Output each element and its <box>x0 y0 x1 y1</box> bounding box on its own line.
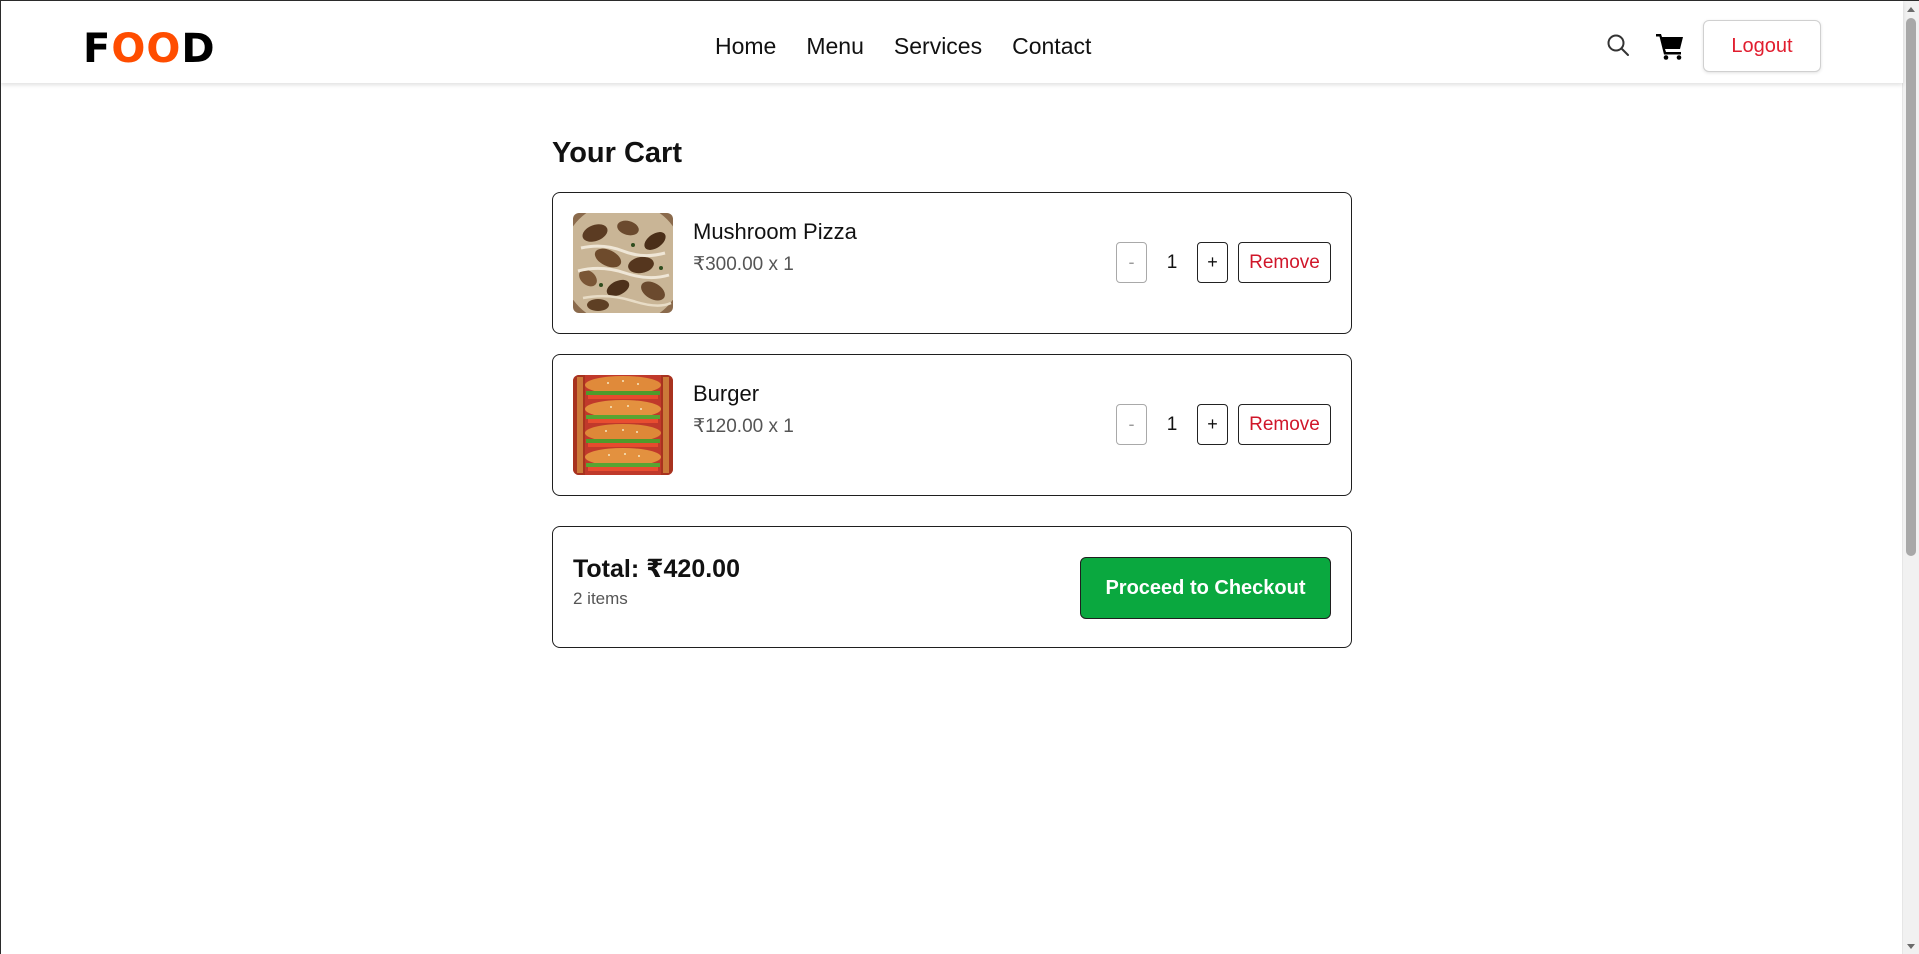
quantity-stepper: - 1 + Remove <box>1116 404 1331 445</box>
logo-letter-f: F <box>83 26 112 72</box>
site-header: FOOD Home Menu Services Contact Logout <box>1 1 1903 83</box>
item-name: Burger <box>693 381 760 406</box>
item-count: 2 items <box>573 589 628 608</box>
cart-icon[interactable] <box>1655 32 1685 65</box>
scroll-up-arrow-icon[interactable] <box>1907 7 1915 12</box>
scrollbar-thumb[interactable] <box>1906 18 1916 556</box>
cart-item: Mushroom Pizza ₹300.00 x 1 - 1 + Remove <box>552 192 1352 334</box>
mushroom-pizza-image <box>573 213 673 313</box>
scroll-down-arrow-icon[interactable] <box>1907 944 1915 949</box>
main-nav: Home Menu Services Contact <box>715 31 1091 61</box>
cart-summary: Total: ₹420.00 2 items Proceed to Checko… <box>552 526 1352 648</box>
quantity-stepper: - 1 + Remove <box>1116 242 1331 283</box>
remove-item-button[interactable]: Remove <box>1238 404 1331 445</box>
decrease-quantity-button[interactable]: - <box>1116 404 1147 445</box>
nav-services[interactable]: Services <box>894 31 982 61</box>
nav-home[interactable]: Home <box>715 31 776 61</box>
nav-menu[interactable]: Menu <box>806 31 864 61</box>
increase-quantity-button[interactable]: + <box>1197 242 1228 283</box>
cart-item: Burger ₹120.00 x 1 - 1 + Remove <box>552 354 1352 496</box>
increase-quantity-button[interactable]: + <box>1197 404 1228 445</box>
brand-logo[interactable]: FOOD <box>83 27 216 71</box>
item-price: ₹120.00 x 1 <box>693 416 794 437</box>
search-icon[interactable] <box>1606 33 1630 62</box>
logo-letters-oo: OO <box>111 26 182 72</box>
browser-viewport: FOOD Home Menu Services Contact Logout Y… <box>0 0 1919 954</box>
burger-image <box>573 375 673 475</box>
decrease-quantity-button[interactable]: - <box>1116 242 1147 283</box>
remove-item-button[interactable]: Remove <box>1238 242 1331 283</box>
checkout-button[interactable]: Proceed to Checkout <box>1080 557 1331 619</box>
vertical-scrollbar[interactable] <box>1902 1 1919 954</box>
logo-letter-d: D <box>181 26 216 72</box>
cart-total: Total: ₹420.00 <box>573 555 740 583</box>
quantity-value: 1 <box>1166 251 1178 273</box>
nav-contact[interactable]: Contact <box>1012 31 1091 61</box>
page-title: Your Cart <box>552 137 682 169</box>
quantity-value: 1 <box>1166 413 1178 435</box>
item-name: Mushroom Pizza <box>693 219 857 244</box>
item-price: ₹300.00 x 1 <box>693 254 794 275</box>
logout-button[interactable]: Logout <box>1703 20 1821 72</box>
